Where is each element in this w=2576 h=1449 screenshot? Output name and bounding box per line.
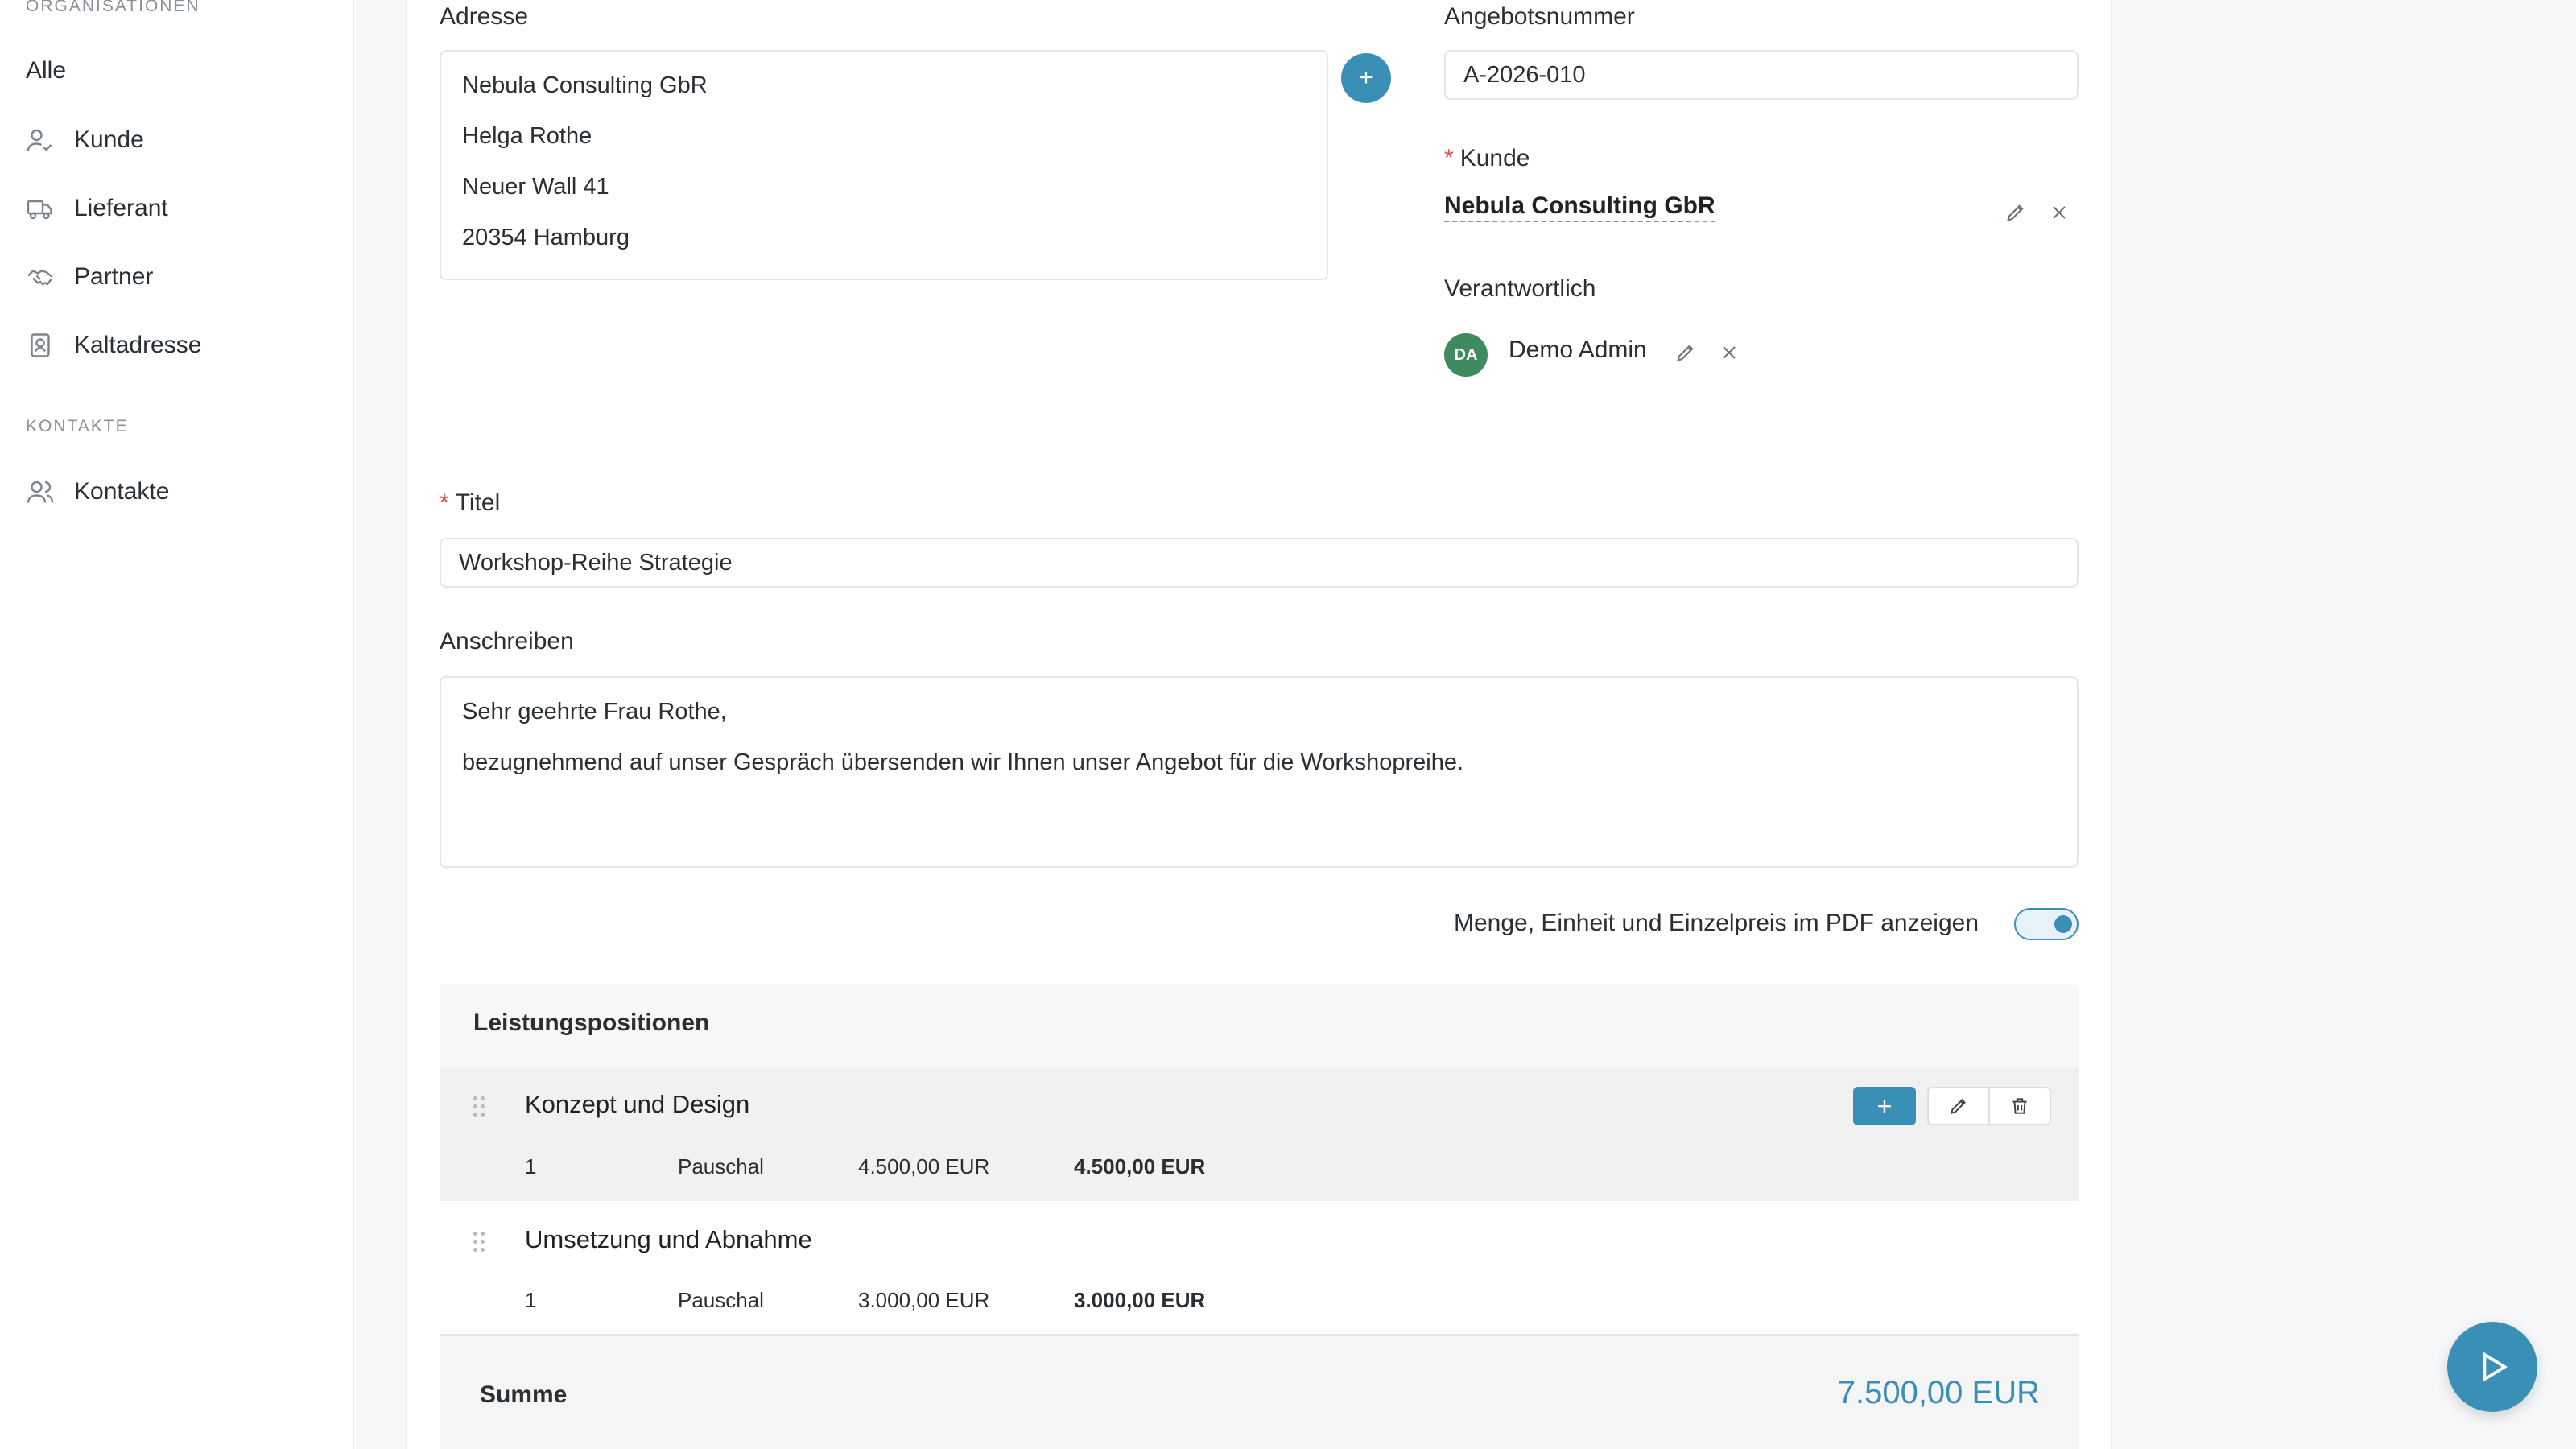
content-gutter-right bbox=[2111, 0, 2576, 1449]
letter-line: bezugnehmend auf unser Gespräch übersend… bbox=[462, 749, 1464, 775]
title-input[interactable]: Workshop-Reihe Strategie bbox=[440, 538, 2079, 588]
customer-label-text: Kunde bbox=[1459, 145, 1530, 171]
section-label-organisations: ORGANISATIONEN bbox=[26, 0, 200, 15]
close-icon[interactable] bbox=[1718, 341, 1740, 364]
send-button[interactable] bbox=[2447, 1322, 2537, 1412]
sidebar-item-label: Kontakte bbox=[74, 478, 170, 505]
user-check-icon bbox=[27, 129, 52, 151]
responsible-name: Demo Admin bbox=[1509, 336, 1647, 363]
title-label: * Titel bbox=[440, 489, 500, 517]
sidebar-item-cold-address[interactable]: Kaltadresse bbox=[26, 321, 201, 369]
offer-number-input[interactable]: A-2026-010 bbox=[1444, 50, 2079, 100]
drag-handle-icon[interactable] bbox=[473, 1232, 488, 1254]
edit-position-button[interactable] bbox=[1927, 1087, 1990, 1125]
sidebar-item-customer[interactable]: Kunde bbox=[26, 116, 144, 164]
address-label: Adresse bbox=[440, 3, 529, 30]
address-line: Neuer Wall 41 bbox=[462, 174, 609, 200]
sidebar-item-all[interactable]: Alle bbox=[26, 47, 66, 95]
pencil-icon[interactable] bbox=[1674, 341, 1697, 364]
position-title: Konzept und Design bbox=[525, 1090, 750, 1118]
address-box[interactable]: Nebula Consulting GbR Helga Rothe Neuer … bbox=[440, 50, 1328, 280]
add-subposition-button[interactable]: + bbox=[1853, 1087, 1916, 1125]
users-icon bbox=[27, 481, 54, 503]
sidebar-item-label: Alle bbox=[26, 57, 67, 84]
pencil-icon[interactable] bbox=[2004, 201, 2027, 224]
responsible-label: Verantwortlich bbox=[1444, 275, 1596, 302]
trash-icon bbox=[2013, 1098, 2027, 1114]
letter-textarea[interactable]: Sehr geehrte Frau Rothe, bezugnehmend au… bbox=[440, 676, 2079, 868]
sidebar-item-partner[interactable]: Partner bbox=[26, 253, 153, 301]
pdf-toggle-label: Menge, Einheit und Einzelpreis im PDF an… bbox=[1454, 910, 1979, 936]
drag-handle-icon[interactable] bbox=[473, 1096, 488, 1119]
position-unit-price: 4.500,00 EUR bbox=[858, 1154, 990, 1179]
sidebar-item-label: Kunde bbox=[74, 126, 144, 153]
address-line: Helga Rothe bbox=[462, 123, 592, 149]
position-total: 4.500,00 EUR bbox=[1074, 1154, 1206, 1179]
play-icon bbox=[2483, 1352, 2508, 1382]
sum-label: Summe bbox=[480, 1381, 568, 1408]
add-address-button[interactable]: + bbox=[1341, 53, 1391, 103]
close-icon[interactable] bbox=[2048, 201, 2070, 224]
position-unit-price: 3.000,00 EUR bbox=[858, 1288, 990, 1312]
avatar: DA bbox=[1444, 333, 1488, 377]
letter-label: Anschreiben bbox=[440, 628, 574, 654]
customer-link[interactable]: Nebula Consulting GbR bbox=[1444, 192, 1715, 222]
positions-heading: Leistungspositionen bbox=[473, 1009, 710, 1036]
position-quantity: 1 bbox=[525, 1154, 537, 1179]
section-label-contacts: KONTAKTE bbox=[26, 417, 129, 436]
sidebar-item-label: Lieferant bbox=[74, 195, 168, 221]
position-unit: Pauschal bbox=[678, 1154, 764, 1179]
address-line: 20354 Hamburg bbox=[462, 225, 630, 250]
pencil-icon bbox=[1950, 1099, 1966, 1115]
content-gutter-left bbox=[356, 0, 407, 1449]
table-row[interactable] bbox=[440, 1067, 2079, 1201]
delete-position-button[interactable] bbox=[1988, 1087, 2051, 1125]
sidebar: ORGANISATIONEN Alle Kunde Lieferant Part… bbox=[0, 0, 354, 1449]
toggle-knob bbox=[2054, 915, 2072, 933]
sidebar-item-label: Kaltadresse bbox=[74, 332, 202, 358]
offer-number-label: Angebotsnummer bbox=[1444, 3, 1635, 30]
table-row[interactable] bbox=[440, 1201, 2079, 1336]
pdf-toggle[interactable] bbox=[2014, 908, 2079, 940]
contact-card-icon bbox=[31, 333, 50, 357]
customer-label: * Kunde bbox=[1444, 145, 1530, 172]
sidebar-item-label: Partner bbox=[74, 263, 154, 290]
address-line: Nebula Consulting GbR bbox=[462, 72, 708, 98]
position-unit: Pauschal bbox=[678, 1288, 764, 1312]
truck-icon bbox=[27, 200, 52, 220]
sidebar-item-supplier[interactable]: Lieferant bbox=[26, 184, 168, 233]
required-marker: * bbox=[1444, 145, 1454, 171]
position-total: 3.000,00 EUR bbox=[1074, 1288, 1206, 1312]
position-quantity: 1 bbox=[525, 1288, 537, 1312]
position-title: Umsetzung und Abnahme bbox=[525, 1225, 812, 1253]
title-label-text: Titel bbox=[455, 489, 501, 516]
letter-line: Sehr geehrte Frau Rothe, bbox=[462, 699, 727, 724]
required-marker: * bbox=[440, 489, 449, 516]
sidebar-item-contacts[interactable]: Kontakte bbox=[26, 468, 169, 516]
sum-value: 7.500,00 EUR bbox=[1837, 1375, 2040, 1410]
handshake-icon bbox=[27, 270, 53, 286]
